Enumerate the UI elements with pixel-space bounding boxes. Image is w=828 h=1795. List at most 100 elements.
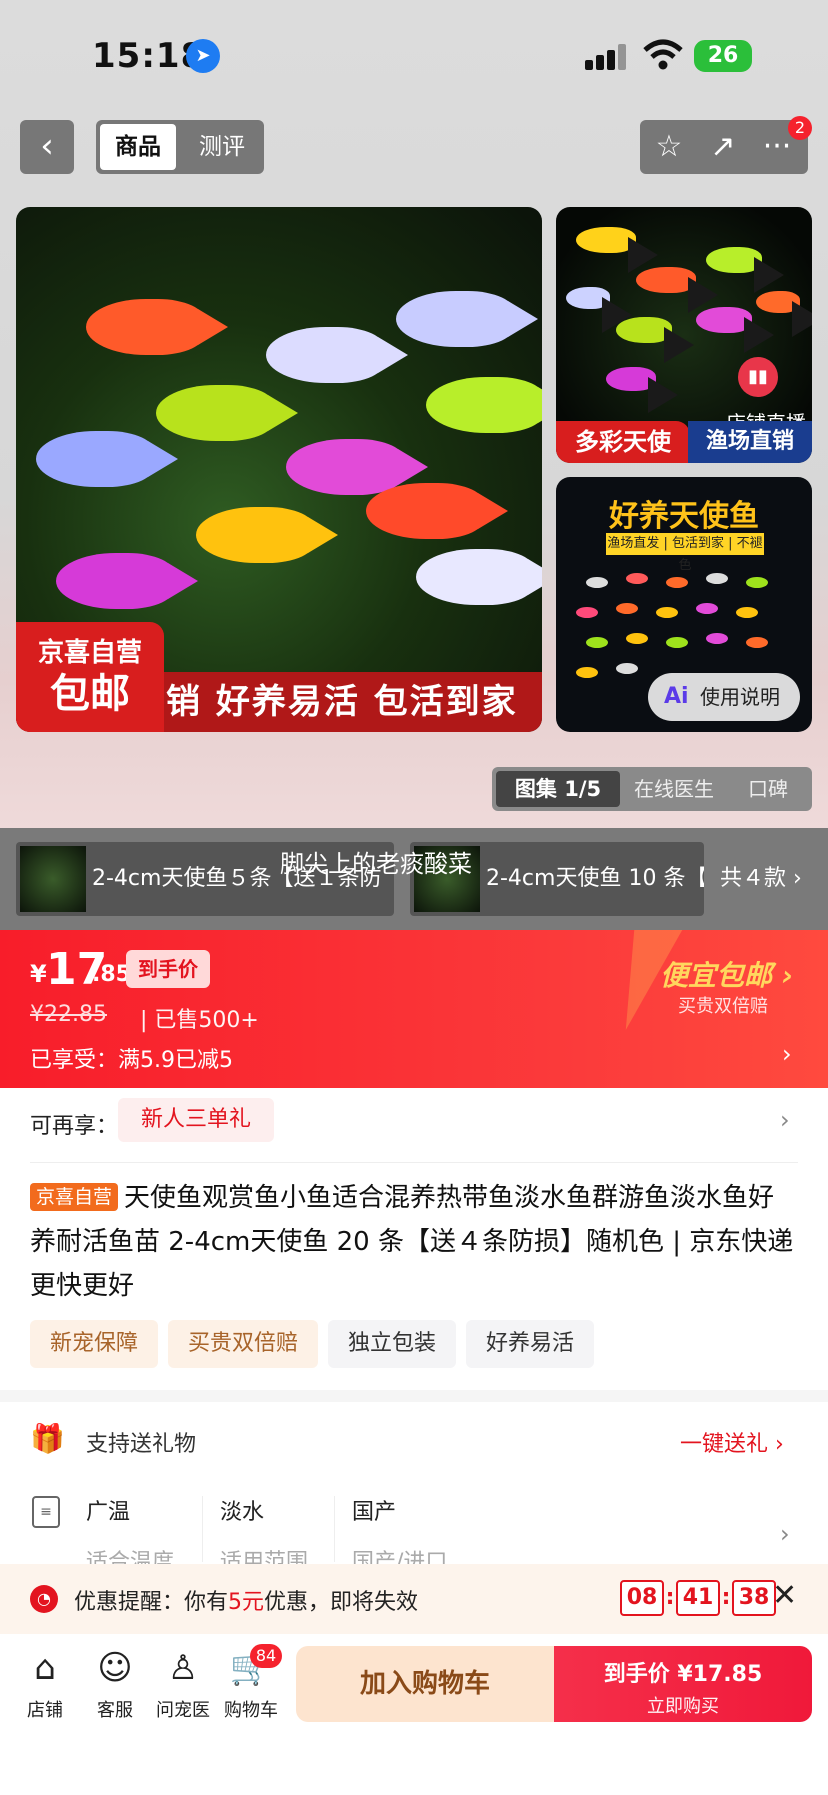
price-section[interactable]: ¥ 17 .85 到手价 ¥22.85 | 已售500+ 已享受：满5.9已减5… xyxy=(0,930,828,1088)
sold-count: | 已售500+ xyxy=(140,1008,259,1033)
price-currency: ¥ xyxy=(30,960,47,988)
fish-shape xyxy=(56,553,198,609)
timer-seconds: 38 xyxy=(732,1580,776,1616)
ai-icon: Ai xyxy=(664,684,689,709)
pet-doctor-label: 问宠医 xyxy=(156,1700,210,1721)
usage-guide-button[interactable]: Ai 使用说明 xyxy=(648,673,800,721)
coupon-reminder-bar[interactable]: ◔ 优惠提醒：你有5元优惠，即将失效 08:41:38 ✕ xyxy=(0,1564,828,1634)
countdown-timer: 08:41:38 xyxy=(620,1580,776,1616)
fish-shape xyxy=(86,299,228,355)
spec-value: 国产 xyxy=(352,1500,397,1525)
tab-online-doctor[interactable]: 在线医生 xyxy=(634,771,714,807)
tab-review[interactable]: 测评 xyxy=(184,124,260,170)
tab-switcher: 商品 测评 xyxy=(96,120,264,174)
clock-icon: ◔ xyxy=(30,1585,58,1613)
sku-thumbnail xyxy=(20,846,86,912)
back-button[interactable]: ‹ xyxy=(20,120,74,174)
reminder-prefix: 优惠提醒：你有 xyxy=(74,1590,229,1615)
sku-count: 共４款 xyxy=(720,866,787,891)
share-icon[interactable]: ↗ xyxy=(696,120,750,174)
fish-shape xyxy=(426,377,542,433)
tab-product[interactable]: 商品 xyxy=(100,124,176,170)
sku-label: 2-4cm天使鱼 10 条【送 xyxy=(486,866,704,891)
status-bar: 15:18 ➤ 26 xyxy=(0,0,828,110)
side2-subtitle: 渔场直发 | 包活到家 | 不褪色 xyxy=(606,533,764,573)
document-icon: ≡ xyxy=(32,1496,60,1528)
jd-selfrun-tag: 京喜自营 xyxy=(30,1183,119,1211)
sold-count-text: 已售500+ xyxy=(154,1008,259,1033)
tab-album[interactable]: 图集 1/5 xyxy=(496,771,620,807)
product-info-card: 可再享： 新人三单礼 › 京喜自营 天使鱼观赏鱼小鱼适合混养热带鱼淡水鱼群游鱼淡水… xyxy=(0,1088,828,1388)
fish-shape xyxy=(396,291,538,347)
chip-pet-guarantee[interactable]: 新宠保障 xyxy=(30,1320,159,1368)
fish-shape xyxy=(606,367,678,413)
close-icon[interactable]: ✕ xyxy=(772,1578,797,1613)
tab-reputation[interactable]: 口碑 xyxy=(748,771,788,807)
sku-count-link[interactable]: 共４款 › xyxy=(720,842,802,916)
chip-easy-care[interactable]: 好养易活 xyxy=(466,1320,595,1368)
promo-subtitle: 买贵双倍赔 xyxy=(678,996,768,1017)
fish-shape xyxy=(616,317,694,363)
timer-hours: 08 xyxy=(620,1580,664,1616)
chevron-right-icon[interactable]: › xyxy=(780,1106,790,1134)
fish-shape xyxy=(156,385,298,441)
side-image-2[interactable]: 好养天使鱼 渔场直发 | 包活到家 | 不褪色 Ai 使用说明 xyxy=(556,477,812,732)
fish-shape xyxy=(416,549,542,605)
promo-title: 便宜包邮 › xyxy=(660,959,794,992)
buy-now-button[interactable]: 到手价 ¥17.85 立即购买 xyxy=(554,1646,812,1722)
main-product-image[interactable]: 销 好养易活 包活到家 京喜自营 包邮 xyxy=(16,207,542,732)
fish-shape xyxy=(36,431,178,487)
spec-divider xyxy=(334,1496,335,1562)
fish-shape xyxy=(706,247,784,293)
cart-label: 购物车 xyxy=(224,1700,278,1721)
chevron-right-icon[interactable]: › xyxy=(780,1520,790,1548)
divider xyxy=(30,1162,798,1163)
send-gift-text: 一键送礼 xyxy=(680,1432,769,1457)
send-gift-link[interactable]: 一键送礼 › xyxy=(680,1426,784,1458)
doctor-icon: ♙ xyxy=(167,1648,199,1688)
side-image-1[interactable]: ▮▮ 店铺直播 多彩天使 渔场直销 xyxy=(556,207,812,463)
fish-shape xyxy=(566,287,632,333)
fish-shape xyxy=(636,267,718,313)
final-price-tag: 到手价 xyxy=(126,950,210,988)
spec-divider xyxy=(202,1496,203,1562)
store-icon: ⌂ xyxy=(34,1648,56,1688)
fish-shape xyxy=(366,483,508,539)
jd-badge-top: 京喜自营 xyxy=(37,638,142,668)
action-group: ☆ ↗ ··· xyxy=(640,120,808,174)
pet-doctor-button[interactable]: ♙ 问宠医 xyxy=(148,1644,218,1722)
side2-title: 好养天使鱼 xyxy=(609,499,759,534)
service-label: 客服 xyxy=(97,1700,133,1721)
live-icon[interactable]: ▮▮ xyxy=(738,357,778,397)
buy-now-price: 到手价 ¥17.85 xyxy=(603,1662,763,1687)
original-price: ¥22.85 xyxy=(30,1002,107,1027)
favorite-icon[interactable]: ☆ xyxy=(642,120,696,174)
fish-shape xyxy=(576,227,658,273)
store-button[interactable]: ⌂ 店铺 xyxy=(10,1644,80,1722)
chip-individual-pack[interactable]: 独立包装 xyxy=(328,1320,457,1368)
jd-selfrun-badge: 京喜自营 包邮 xyxy=(16,622,164,732)
discount-applied: 已享受：满5.9已减5 xyxy=(30,1048,233,1073)
service-button[interactable]: ☺ 客服 xyxy=(80,1644,150,1722)
wifi-icon xyxy=(643,39,683,70)
chip-price-protect[interactable]: 买贵双倍赔 xyxy=(168,1320,319,1368)
spec-value: 淡水 xyxy=(220,1500,265,1525)
fish-shape xyxy=(756,291,812,337)
promo-title-text: 便宜包邮 xyxy=(660,959,773,992)
timer-separator: : xyxy=(665,1585,675,1610)
product-title-text: 天使鱼观赏鱼小鱼适合混养热带鱼淡水鱼群游鱼淡水鱼好养耐活鱼苗 2-4cm天使鱼 … xyxy=(30,1183,794,1301)
coupon-reminder-text: 优惠提醒：你有5元优惠，即将失效 xyxy=(74,1584,418,1616)
reminder-amount: 5元 xyxy=(228,1590,265,1615)
message-badge: 2 xyxy=(788,116,812,140)
section-separator xyxy=(0,1390,828,1402)
fish-shape xyxy=(196,507,338,563)
buy-now-label: 立即购买 xyxy=(647,1696,719,1717)
add-to-cart-button[interactable]: 加入购物车 xyxy=(296,1646,554,1722)
reminder-suffix: 优惠，即将失效 xyxy=(264,1590,419,1615)
store-label: 店铺 xyxy=(27,1700,63,1721)
service-chips: 新宠保障 买贵双倍赔 独立包装 好养易活 xyxy=(30,1320,604,1368)
newcomer-offer-tag[interactable]: 新人三单礼 xyxy=(118,1098,274,1142)
overlay-watermark-text: 脚尖上的老痰酸菜 xyxy=(280,850,472,878)
timer-separator: : xyxy=(721,1585,731,1610)
jd-badge-bottom: 包邮 xyxy=(50,671,130,717)
